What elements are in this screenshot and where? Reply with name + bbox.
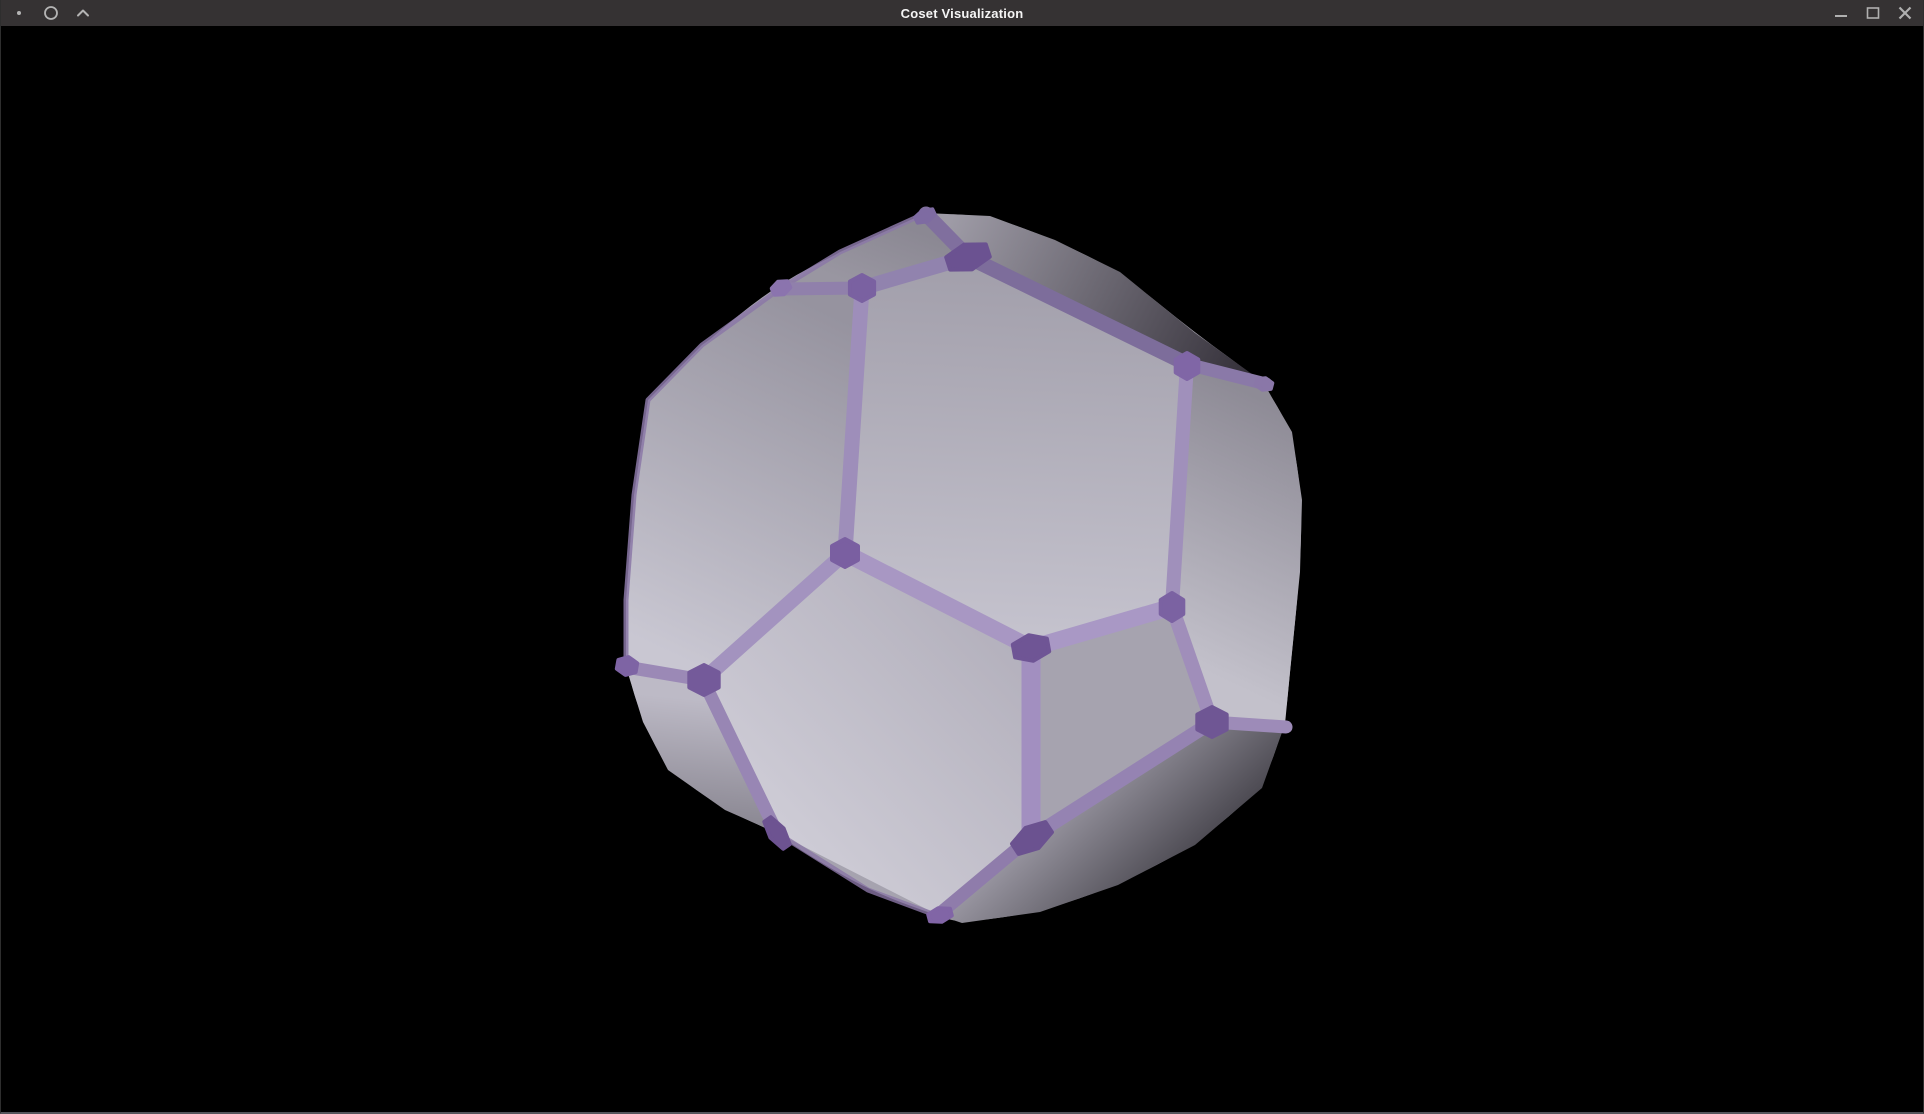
polytope-vertex xyxy=(850,275,874,301)
polytope-vertex xyxy=(689,665,718,695)
polytope-vertex xyxy=(832,539,858,567)
polytope-vertex xyxy=(772,281,791,295)
titlebar-buttons xyxy=(1832,3,1924,23)
polytope-vertex xyxy=(617,657,637,675)
maximize-button[interactable] xyxy=(1864,3,1882,23)
app-window: Coset Visualization xyxy=(0,0,1924,1114)
titlebar-left-icons xyxy=(0,3,92,23)
chevron-up-icon[interactable] xyxy=(74,3,92,23)
window-title: Coset Visualization xyxy=(0,0,1924,26)
circle-icon[interactable] xyxy=(42,3,60,23)
polytope-vertex xyxy=(1197,707,1226,737)
polytope-vertex xyxy=(928,908,952,922)
polytope-vertex xyxy=(1176,353,1199,379)
render-canvas[interactable] xyxy=(0,0,1924,1114)
minimize-button[interactable] xyxy=(1832,3,1850,23)
polytope-vertex xyxy=(1161,593,1184,621)
dot-icon[interactable] xyxy=(10,3,28,23)
close-button[interactable] xyxy=(1896,3,1914,23)
polytope-vertex xyxy=(1256,378,1273,390)
titlebar[interactable]: Coset Visualization xyxy=(0,0,1924,26)
